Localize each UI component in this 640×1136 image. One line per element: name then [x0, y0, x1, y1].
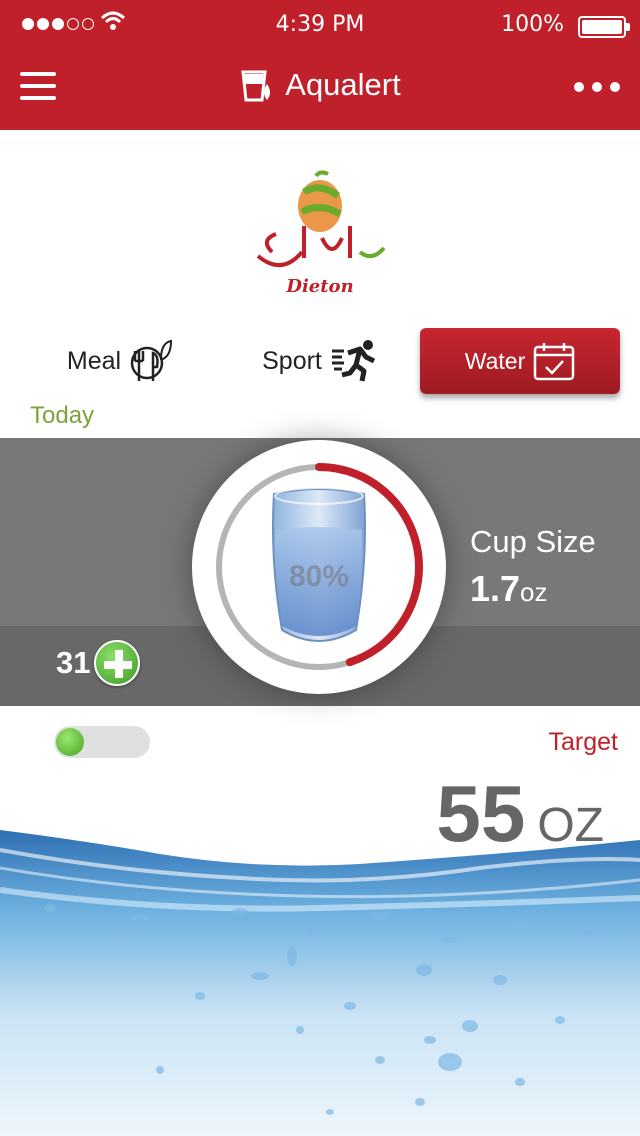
tab-water[interactable]: Water: [420, 328, 620, 394]
dieton-logo-mark: [256, 170, 386, 267]
more-dots-icon[interactable]: [574, 82, 620, 92]
app-header: 4:39 PM 100% Aqualert: [0, 0, 640, 130]
add-cup-button[interactable]: [94, 640, 141, 686]
cup-size-label: Cup Size: [470, 524, 596, 559]
progress-percent: 80%: [288, 560, 350, 593]
tab-sport-label: Sport: [262, 346, 322, 375]
status-bar: 4:39 PM 100%: [0, 8, 640, 40]
today-label: Today: [30, 402, 95, 429]
progress-gauge[interactable]: 80%: [192, 440, 446, 694]
target-label: Target: [548, 728, 618, 756]
logo-caption: Dieton: [286, 276, 354, 297]
meal-icon: [130, 339, 173, 381]
calendar-check-icon: [534, 343, 575, 381]
tab-water-label: Water: [464, 347, 526, 374]
battery-percent: 100%: [501, 12, 564, 37]
toggle-knob: [56, 728, 84, 756]
cup-size-value[interactable]: 1.7oz: [470, 568, 548, 610]
reminder-toggle[interactable]: [54, 726, 150, 758]
glass-drop-icon: [241, 70, 271, 102]
app-title-group: Aqualert: [0, 66, 640, 104]
cup-size-unit: oz: [520, 577, 548, 607]
cup-count: 31: [56, 645, 91, 680]
battery-icon: [578, 16, 630, 38]
app-title: Aqualert: [285, 67, 401, 102]
tab-meal[interactable]: Meal: [40, 328, 200, 394]
cup-count-group: 31: [56, 640, 141, 686]
tab-meal-label: Meal: [66, 346, 122, 375]
water-background: [0, 830, 640, 1136]
tab-sport[interactable]: Sport: [240, 328, 400, 394]
cup-size-number: 1.7: [470, 568, 521, 609]
running-icon: [331, 340, 375, 382]
dieton-logo: Dieton: [242, 168, 398, 300]
